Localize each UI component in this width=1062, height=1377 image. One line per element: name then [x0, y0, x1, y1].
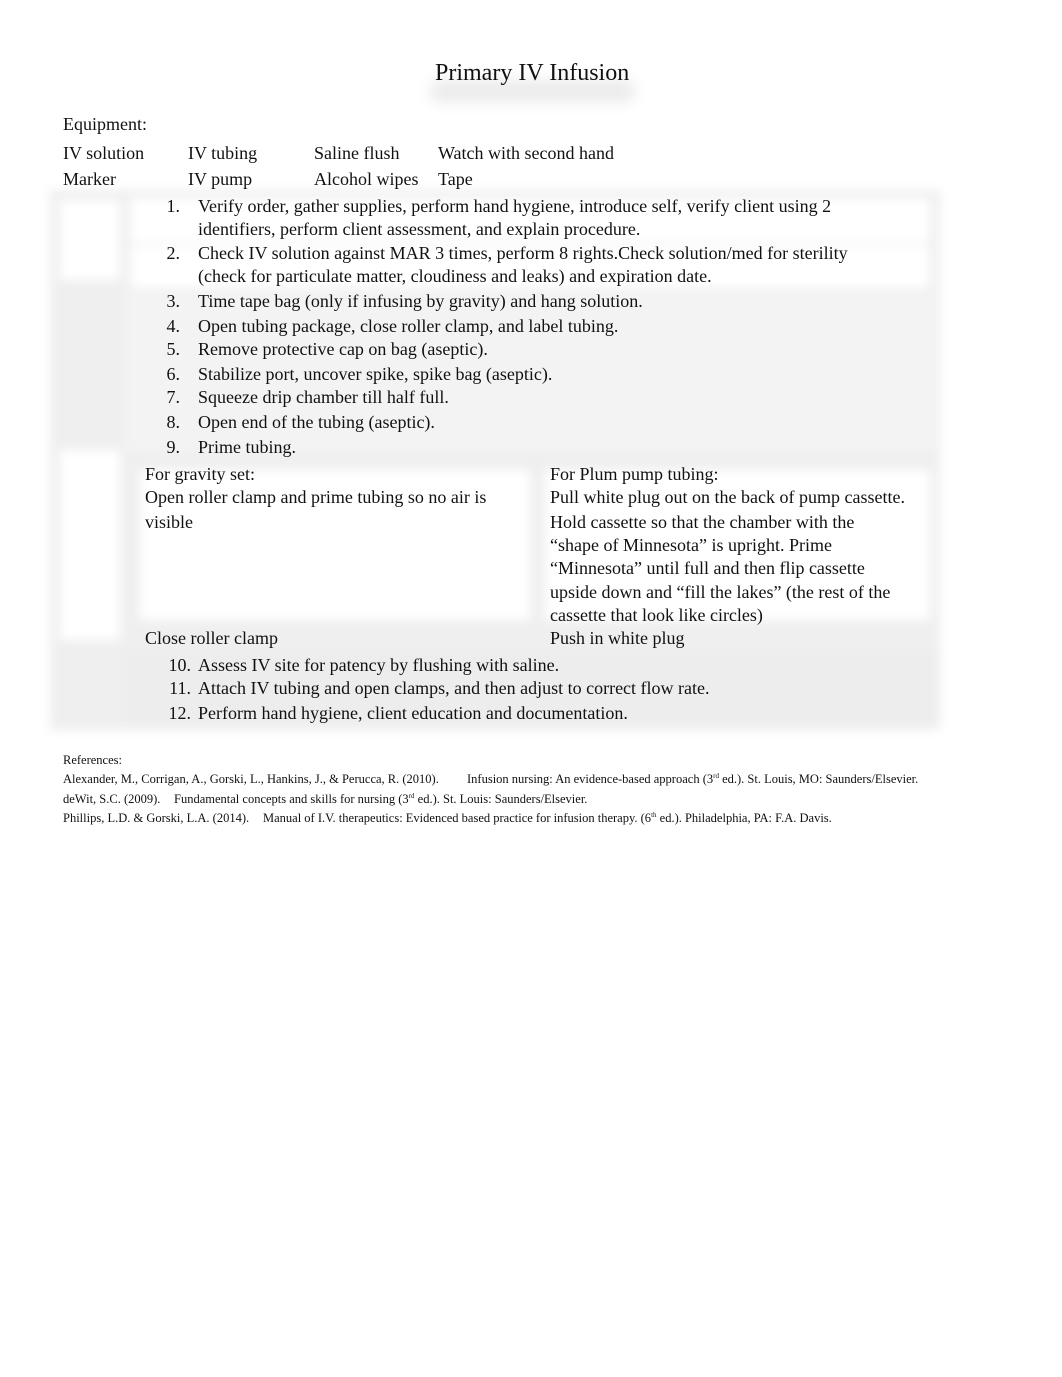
- step-number: 2.: [166, 243, 181, 263]
- gravity-text: Open roller clamp and prime tubing so no…: [145, 487, 487, 507]
- pump-heading: For Plum pump tubing:: [550, 464, 719, 484]
- pump-text: upside down and “fill the lakes” (the re…: [550, 582, 891, 602]
- pump-final: Push in white plug: [550, 628, 685, 648]
- step-number: 9.: [166, 437, 181, 457]
- step-number: 1.: [166, 196, 181, 216]
- reference-authors: deWit, S.C. (2009).: [63, 792, 161, 806]
- step-text: Prime tubing.: [198, 437, 296, 457]
- step-number: 8.: [166, 412, 181, 432]
- step-number: 11.: [169, 678, 191, 698]
- gravity-text: visible: [145, 512, 193, 532]
- step-number: 4.: [166, 316, 181, 336]
- equipment-item: Tape: [438, 169, 473, 189]
- step-text: Time tape bag (only if infusing by gravi…: [198, 291, 643, 311]
- equipment-item: IV pump: [188, 169, 253, 189]
- equipment-item: Saline flush: [314, 143, 400, 163]
- pump-text: cassette that look like circles): [550, 605, 763, 625]
- step-number: 5.: [166, 339, 181, 359]
- reference-publisher: ed.). St. Louis, MO: Saunders/Elsevier.: [718, 772, 919, 786]
- reference-title: Manual of I.V. therapeutics: Evidenced b…: [263, 811, 652, 825]
- step-text: Open end of the tubing (aseptic).: [198, 412, 435, 432]
- equipment-item: Marker: [63, 169, 116, 189]
- pump-text: “shape of Minnesota” is upright. Prime: [550, 535, 832, 555]
- reference-title: Fundamental concepts and skills for nurs…: [174, 792, 409, 806]
- step-text: Stabilize port, uncover spike, spike bag…: [198, 364, 553, 384]
- pump-text: Hold cassette so that the chamber with t…: [550, 512, 855, 532]
- pump-text: “Minnesota” until full and then flip cas…: [550, 558, 865, 578]
- step-text: Perform hand hygiene, client education a…: [198, 703, 628, 723]
- step-number: 6.: [166, 364, 181, 384]
- reference-title: Infusion nursing: An evidence-based appr…: [467, 772, 714, 786]
- step-text: Open tubing package, close roller clamp,…: [198, 316, 619, 336]
- step-number: 10.: [168, 655, 192, 675]
- step-text: Attach IV tubing and open clamps, and th…: [198, 678, 710, 698]
- equipment-item: Watch with second hand: [438, 143, 615, 163]
- equipment-item: IV solution: [63, 143, 145, 163]
- equipment-item: Alcohol wipes: [314, 169, 419, 189]
- equipment-item: IV tubing: [188, 143, 258, 163]
- reference-citation: Manual of I.V. therapeutics: Evidenced b…: [263, 811, 832, 826]
- reference-authors: Alexander, M., Corrigan, A., Gorski, L.,…: [63, 772, 439, 786]
- step-text: Check IV solution against MAR 3 times, p…: [198, 243, 848, 263]
- references-heading: References:: [63, 753, 122, 767]
- step-text: Verify order, gather supplies, perform h…: [198, 196, 832, 216]
- step-text: Remove protective cap on bag (aseptic).: [198, 339, 488, 359]
- page-title: Primary IV Infusion: [435, 60, 630, 86]
- reference-publisher: ed.). Philadelphia, PA: F.A. Davis.: [656, 811, 832, 825]
- step-number: 12.: [168, 703, 192, 723]
- step-text: (check for particulate matter, cloudines…: [198, 266, 712, 286]
- equipment-heading: Equipment:: [63, 114, 147, 134]
- reference-citation: Fundamental concepts and skills for nurs…: [174, 792, 587, 807]
- gravity-heading: For gravity set:: [145, 464, 255, 484]
- reference-authors: Phillips, L.D. & Gorski, L.A. (2014).: [63, 811, 250, 825]
- step-number: 3.: [166, 291, 181, 311]
- step-text: identifiers, perform client assessment, …: [198, 219, 641, 239]
- reference-citation: Infusion nursing: An evidence-based appr…: [467, 772, 918, 787]
- step-text: Assess IV site for patency by flushing w…: [198, 655, 560, 675]
- pump-text: Pull white plug out on the back of pump …: [550, 487, 905, 507]
- reference-publisher: ed.). St. Louis: Saunders/Elsevier.: [414, 792, 588, 806]
- gravity-final: Close roller clamp: [145, 628, 278, 648]
- step-number: 7.: [166, 387, 181, 407]
- step-text: Squeeze drip chamber till half full.: [198, 387, 449, 407]
